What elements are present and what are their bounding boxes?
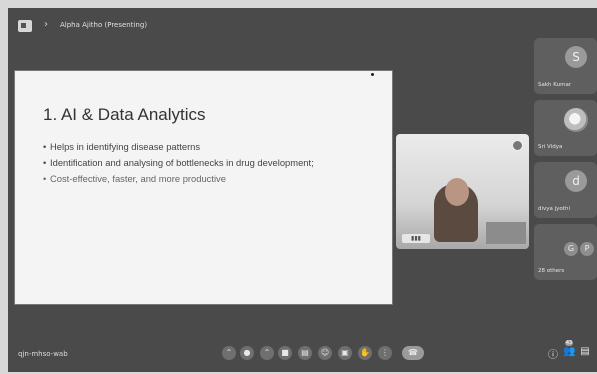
raise-hand-icon[interactable]: ✋: [358, 346, 372, 360]
slide-title: 1. AI & Data Analytics: [43, 105, 206, 124]
mic-icon[interactable]: ●: [240, 346, 254, 360]
bottom-bar: qjn-mhso-wab ⌃ ● ⌃ ■ ▤ ☺ ▣ ✋ ⋮ ☎ ⓘ 👥 43 …: [8, 338, 597, 372]
avatar: P: [580, 242, 594, 256]
meeting-code: qjn-mhso-wab: [18, 350, 68, 358]
person-head: [445, 178, 469, 206]
info-icon[interactable]: ⓘ: [547, 346, 559, 361]
participant-tile[interactable]: S Sakh Kumar: [534, 38, 597, 94]
slide-bullet: Identification and analysing of bottlene…: [43, 157, 373, 168]
participant-name: Sakh Kumar: [538, 82, 572, 88]
pin-icon[interactable]: [512, 140, 523, 151]
mic-icon: ▮▮▮: [402, 234, 430, 243]
people-icon[interactable]: 👥: [563, 346, 575, 360]
emoji-icon[interactable]: ☺: [318, 346, 332, 360]
end-call-button[interactable]: ☎: [402, 346, 424, 360]
captions-icon[interactable]: ▤: [298, 346, 312, 360]
slide-dot: [371, 73, 374, 76]
presenter-video[interactable]: ▮▮▮: [396, 134, 529, 249]
app-icon[interactable]: [18, 20, 32, 32]
top-bar: › Alpha Ajitho (Presenting): [8, 8, 597, 44]
participant-name: Sri Vidya: [538, 144, 563, 150]
present-icon[interactable]: ▣: [338, 346, 352, 360]
mic-options-icon[interactable]: ⌃: [222, 346, 236, 360]
slide-bullets: Helps in identifying disease patterns Id…: [43, 141, 373, 189]
camera-options-icon[interactable]: ⌃: [260, 346, 274, 360]
avatar-photo: [564, 108, 588, 132]
chat-icon[interactable]: ▤: [579, 346, 591, 360]
others-label: 28 others: [538, 268, 565, 274]
background-shelf: [486, 222, 526, 244]
shared-slide: 1. AI & Data Analytics Helps in identify…: [14, 70, 393, 305]
presenting-label: Alpha Ajitho (Presenting): [60, 21, 148, 29]
avatar: S: [565, 46, 587, 68]
others-tile[interactable]: GP 28 others: [534, 224, 597, 280]
more-options-icon[interactable]: ⋮: [378, 346, 392, 360]
others-avatars: GP: [564, 236, 596, 256]
participant-name: divya jyothi: [538, 206, 570, 212]
notification-badge: 43: [565, 340, 573, 346]
chevron-right-icon: ›: [44, 19, 48, 30]
participant-tile[interactable]: d divya jyothi: [534, 162, 597, 218]
avatar: d: [565, 170, 587, 192]
slide-bullet: Cost-effective, faster, and more product…: [43, 173, 373, 184]
camera-icon[interactable]: ■: [278, 346, 292, 360]
avatar: G: [564, 242, 578, 256]
meeting-screen: › Alpha Ajitho (Presenting) 1. AI & Data…: [8, 8, 597, 372]
slide-bullet: Helps in identifying disease patterns: [43, 141, 373, 152]
participant-tile[interactable]: Sri Vidya: [534, 100, 597, 156]
